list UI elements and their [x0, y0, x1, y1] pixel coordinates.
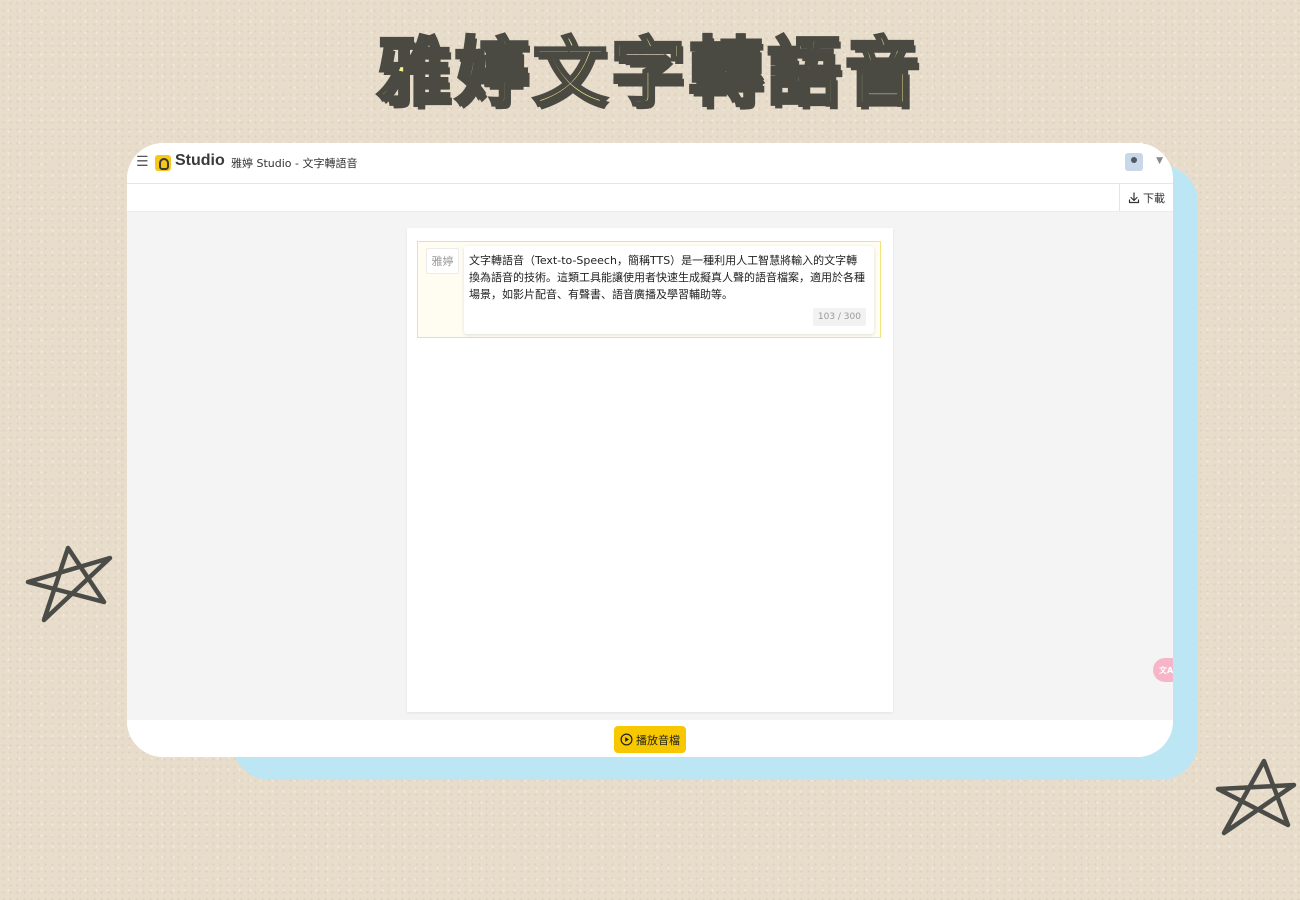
play-circle-icon [620, 733, 633, 746]
character-count: 103 / 300 [812, 308, 866, 326]
play-audio-label: 播放音檔 [636, 733, 680, 747]
poster-title: 雅婷文字轉語音 [376, 29, 923, 118]
hamburger-icon[interactable]: ☰ [136, 154, 149, 170]
star-doodle-right [1215, 758, 1297, 836]
app-title: 雅婷 Studio - 文字轉語音 [231, 157, 358, 170]
download-label: 下載 [1143, 191, 1165, 205]
play-audio-button[interactable]: 播放音檔 [614, 726, 686, 753]
chevron-down-icon[interactable]: ▼ [1156, 156, 1163, 166]
workspace: 雅婷 文字轉語音（Text-to-Speech，簡稱TTS）是一種利用人工智慧將… [127, 212, 1173, 720]
user-avatar[interactable] [1125, 153, 1143, 171]
paragraph-block[interactable]: 雅婷 文字轉語音（Text-to-Speech，簡稱TTS）是一種利用人工智慧將… [417, 241, 881, 338]
toolbar: 下載 [127, 184, 1173, 212]
translate-icon: 文A [1159, 665, 1173, 675]
app-window: ☰ Studio 雅婷 Studio - 文字轉語音 ▼ 下載 雅婷 文字轉語音… [127, 143, 1173, 757]
translate-float-button[interactable]: 文A [1153, 658, 1173, 682]
download-icon [1128, 191, 1140, 204]
bottom-bar: 播放音檔 [127, 720, 1173, 757]
editor-sheet: 雅婷 文字轉語音（Text-to-Speech，簡稱TTS）是一種利用人工智慧將… [407, 228, 893, 712]
star-doodle-left [25, 545, 113, 623]
speaker-selector[interactable]: 雅婷 [426, 248, 459, 274]
text-card: 文字轉語音（Text-to-Speech，簡稱TTS）是一種利用人工智慧將輸入的… [464, 246, 874, 334]
studio-logo-icon [155, 155, 171, 171]
download-button[interactable]: 下載 [1119, 184, 1173, 211]
tts-text-input[interactable]: 文字轉語音（Text-to-Speech，簡稱TTS）是一種利用人工智慧將輸入的… [469, 252, 867, 303]
brand-name: Studio [175, 152, 225, 169]
top-bar: ☰ Studio 雅婷 Studio - 文字轉語音 ▼ [127, 143, 1173, 184]
